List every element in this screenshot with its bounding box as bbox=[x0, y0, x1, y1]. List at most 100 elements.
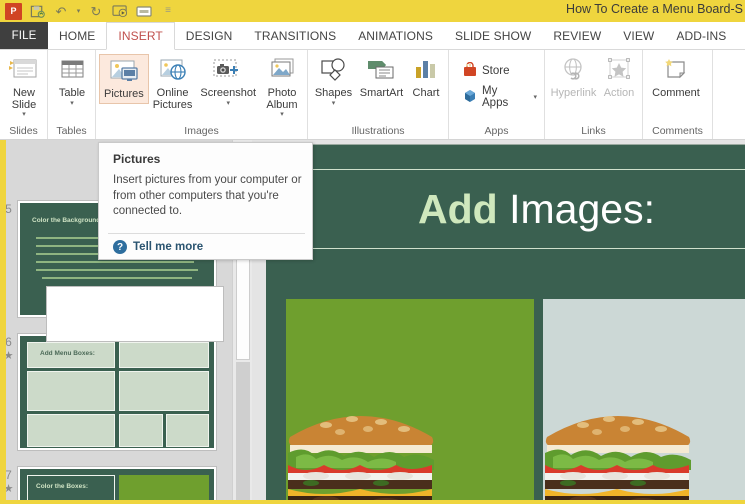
ribbon-group-links: Hyperlink Action Links bbox=[545, 50, 643, 139]
scrollbar-track[interactable] bbox=[236, 362, 250, 504]
new-slide-dropdown-icon[interactable]: ▾ bbox=[22, 111, 26, 118]
photo-album-button[interactable]: Photo Album ▾ bbox=[260, 54, 304, 120]
tooltip-body: Insert pictures from your computer or fr… bbox=[113, 174, 302, 217]
redo-icon[interactable]: ↻ bbox=[85, 1, 107, 21]
screenshot-icon bbox=[211, 56, 245, 86]
ribbon-group-tables: Table ▾ Tables bbox=[48, 50, 96, 139]
photo-album-label: Photo Album bbox=[266, 87, 298, 111]
smartart-label: SmartArt bbox=[359, 87, 404, 99]
shapes-dropdown-icon[interactable]: ▾ bbox=[332, 100, 336, 107]
my-apps-label: My Apps bbox=[482, 85, 509, 109]
tell-me-more-link[interactable]: ? Tell me more bbox=[113, 240, 203, 254]
hyperlink-button[interactable]: Hyperlink bbox=[548, 54, 599, 102]
ribbon-group-images: Pictures Online Pictures Screenshot ▾ Ph… bbox=[96, 50, 308, 139]
title-bar: P ↶ ▾ ↻ ≡ How To Create a Menu Board-S bbox=[0, 0, 745, 22]
tab-slide-show[interactable]: SLIDE SHOW bbox=[444, 22, 542, 49]
tab-design[interactable]: DESIGN bbox=[175, 22, 244, 49]
tab-animations[interactable]: ANIMATIONS bbox=[347, 22, 444, 49]
store-label: Store bbox=[482, 65, 510, 77]
current-slide[interactable]: Add Images: bbox=[266, 144, 745, 504]
table-label: Table bbox=[58, 87, 86, 99]
shapes-label: Shapes bbox=[314, 87, 353, 99]
slide-6-title: Add Menu Boxes: bbox=[40, 350, 95, 357]
hamburger-photo-left bbox=[288, 416, 434, 504]
customize-qat-icon[interactable]: ≡ bbox=[157, 1, 179, 21]
group-label-slides: Slides bbox=[9, 125, 38, 137]
action-label: Action bbox=[603, 87, 635, 99]
group-label-apps: Apps bbox=[484, 125, 509, 137]
screenshot-button[interactable]: Screenshot ▾ bbox=[196, 54, 260, 109]
slide-editing-area[interactable]: Add Images: bbox=[266, 140, 745, 504]
undo-icon[interactable]: ↶ bbox=[50, 1, 72, 21]
pictures-tooltip: Pictures Insert pictures from your compu… bbox=[98, 142, 313, 260]
start-slideshow-icon[interactable] bbox=[109, 1, 131, 21]
chart-label: Chart bbox=[412, 87, 440, 99]
help-icon: ? bbox=[113, 240, 127, 254]
slide-thumbnail-7[interactable]: Color the Boxes: bbox=[17, 466, 217, 504]
shapes-button[interactable]: Shapes ▾ bbox=[311, 54, 356, 109]
store-button[interactable]: Store bbox=[458, 58, 514, 84]
slide-mini-preview-7: Color the Boxes: bbox=[20, 469, 214, 504]
group-label-illustrations: Illustrations bbox=[351, 125, 405, 137]
slide-5-title: Color the Background: bbox=[32, 217, 103, 224]
chart-button[interactable]: Chart bbox=[407, 54, 445, 102]
slide-thumbnail-6[interactable]: Add Menu Boxes: bbox=[17, 333, 217, 451]
tab-add-ins[interactable]: ADD-INS bbox=[665, 22, 737, 49]
image-placeholder-left[interactable] bbox=[286, 299, 534, 504]
photo-album-dropdown-icon[interactable]: ▾ bbox=[280, 111, 284, 118]
tooltip-separator bbox=[108, 233, 305, 234]
slide-mini-preview-6: Add Menu Boxes: bbox=[20, 336, 214, 448]
slide-thumbnail-4[interactable] bbox=[46, 286, 224, 342]
my-apps-icon bbox=[462, 88, 478, 107]
bottom-accent-strip bbox=[0, 500, 745, 504]
my-apps-button[interactable]: My Apps ▾ bbox=[458, 84, 541, 110]
pictures-button[interactable]: Pictures bbox=[99, 54, 149, 104]
tab-insert[interactable]: INSERT bbox=[106, 22, 175, 50]
slide-title-placeholder[interactable]: Add Images: bbox=[288, 169, 745, 249]
slide-title-plain: Images: bbox=[509, 186, 655, 232]
ribbon-tab-strip: FILE HOME INSERT DESIGN TRANSITIONS ANIM… bbox=[0, 22, 745, 50]
tab-view[interactable]: VIEW bbox=[612, 22, 665, 49]
new-slide-button[interactable]: New Slide ▾ bbox=[3, 54, 45, 120]
tooltip-title: Pictures bbox=[113, 152, 161, 166]
group-label-images: Images bbox=[184, 125, 219, 137]
comment-label: Comment bbox=[652, 87, 700, 99]
store-icon bbox=[462, 61, 478, 81]
table-icon bbox=[57, 56, 87, 86]
chart-icon bbox=[412, 56, 440, 86]
powerpoint-logo: P bbox=[2, 1, 24, 21]
photo-album-icon bbox=[267, 56, 297, 86]
smartart-button[interactable]: SmartArt bbox=[356, 54, 407, 102]
hyperlink-icon bbox=[560, 56, 588, 86]
online-pictures-button[interactable]: Online Pictures bbox=[149, 54, 197, 113]
shapes-icon bbox=[318, 56, 348, 86]
thumbnail-row-6[interactable]: 6 ★ Add Menu Boxes: bbox=[0, 333, 232, 451]
new-slide-label: New Slide bbox=[11, 87, 37, 111]
comment-button[interactable]: Comment bbox=[646, 54, 706, 102]
tab-review[interactable]: REVIEW bbox=[542, 22, 612, 49]
tab-file[interactable]: FILE bbox=[0, 22, 48, 49]
table-button[interactable]: Table ▾ bbox=[51, 54, 93, 109]
group-label-tables: Tables bbox=[56, 125, 87, 137]
hyperlink-label: Hyperlink bbox=[550, 87, 597, 99]
group-label-links: Links bbox=[581, 125, 606, 137]
slide-title-text: Add Images: bbox=[289, 187, 745, 231]
quick-access-toolbar: P ↶ ▾ ↻ ≡ bbox=[0, 0, 179, 22]
group-label-comments: Comments bbox=[652, 125, 703, 137]
image-placeholder-right[interactable] bbox=[543, 299, 745, 504]
powerpoint-logo-label: P bbox=[10, 6, 16, 16]
thumbnail-row-7[interactable]: 7 ★ Color the Boxes: bbox=[0, 466, 232, 504]
my-apps-dropdown-icon[interactable]: ▾ bbox=[533, 94, 537, 101]
tab-transitions[interactable]: TRANSITIONS bbox=[243, 22, 347, 49]
tab-home[interactable]: HOME bbox=[48, 22, 106, 49]
ribbon-group-illustrations: Shapes ▾ SmartArt Chart Illustrations bbox=[308, 50, 449, 139]
action-button[interactable]: Action bbox=[599, 54, 639, 102]
smartart-icon bbox=[365, 56, 397, 86]
undo-dropdown-icon[interactable]: ▾ bbox=[74, 1, 83, 21]
comment-icon bbox=[661, 56, 691, 86]
document-title: How To Create a Menu Board-S bbox=[566, 2, 743, 16]
save-icon[interactable] bbox=[26, 1, 48, 21]
presenter-view-icon[interactable] bbox=[133, 1, 155, 21]
screenshot-dropdown-icon[interactable]: ▾ bbox=[226, 100, 230, 107]
table-dropdown-icon[interactable]: ▾ bbox=[70, 100, 74, 107]
